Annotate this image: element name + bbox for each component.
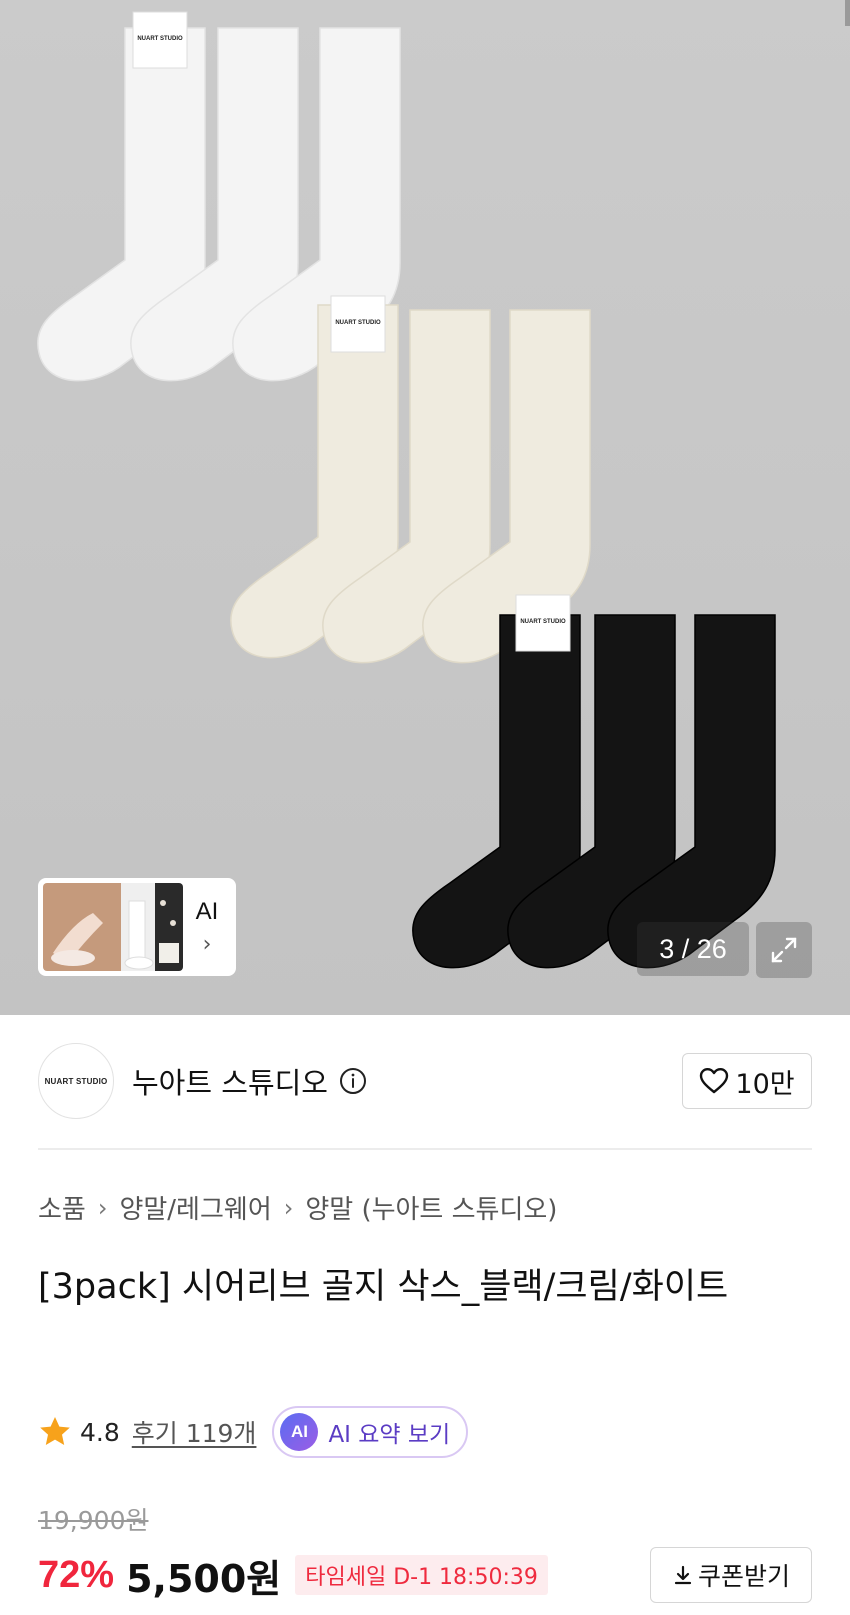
expand-icon [771, 937, 797, 963]
like-button[interactable]: 10만 [682, 1053, 812, 1109]
chevron-right-icon: › [283, 1193, 294, 1222]
brand-tag: NUART STUDIO [330, 295, 386, 353]
like-count: 10만 [735, 1068, 795, 1100]
coupon-label: 쿠폰받기 [697, 1562, 790, 1591]
breadcrumb-item[interactable]: 양말/레그웨어 [119, 1189, 271, 1226]
brand-row: NUART STUDIO 누아트 스튜디오 10만 [38, 1043, 812, 1119]
ai-lookbook-label: AI [195, 897, 219, 925]
discount-rate: 72% [38, 1553, 115, 1596]
rating-row: 4.8 후기 119개 AI AI 요약 보기 [38, 1406, 469, 1458]
product-image: NUART STUDIO NUART STUDIO NUART STUDIO [0, 0, 850, 1015]
ai-badge-icon: AI [280, 1413, 319, 1451]
brand-tag: NUART STUDIO [515, 594, 571, 652]
info-icon[interactable] [338, 1066, 368, 1096]
brand-name[interactable]: 누아트 스튜디오 [132, 1060, 328, 1102]
sale-price: 5,500원 [126, 1556, 282, 1601]
expand-image-button[interactable] [756, 922, 812, 978]
price-row: 72% 5,500원 타임세일 D-1 18:50:39 쿠폰받기 [38, 1544, 812, 1606]
svg-text:NUART STUDIO: NUART STUDIO [137, 36, 183, 42]
svg-text:NUART STUDIO: NUART STUDIO [520, 619, 566, 625]
heart-icon [700, 1068, 729, 1094]
chevron-right-icon: › [97, 1193, 108, 1222]
product-image-gallery[interactable]: NUART STUDIO NUART STUDIO NUART STUDIO A… [0, 0, 850, 1015]
timesale-badge: 타임세일 D-1 18:50:39 [295, 1555, 548, 1595]
download-icon [674, 1565, 692, 1585]
review-link[interactable]: 후기 119개 [132, 1414, 257, 1450]
breadcrumb-item[interactable]: 소품 [38, 1189, 86, 1226]
brand-logo[interactable]: NUART STUDIO [38, 1043, 114, 1119]
svg-text:NUART STUDIO: NUART STUDIO [335, 320, 381, 326]
scroll-indicator [845, 0, 850, 26]
chevron-right-icon: › [202, 931, 212, 957]
ai-lookbook-button[interactable]: AI › [38, 878, 236, 976]
image-page-counter: 3 / 26 [637, 922, 749, 976]
divider [38, 1148, 812, 1150]
ai-summary-label: AI 요약 보기 [328, 1422, 451, 1448]
rating-value: 4.8 [80, 1417, 120, 1447]
coupon-button[interactable]: 쿠폰받기 [650, 1547, 812, 1603]
breadcrumb-item[interactable]: 양말 (누아트 스튜디오) [305, 1189, 557, 1226]
ai-summary-button[interactable]: AI AI 요약 보기 [272, 1406, 469, 1458]
ai-lookbook-thumbnail [43, 883, 183, 971]
brand-tag: NUART STUDIO [132, 11, 188, 69]
breadcrumb: 소품 › 양말/레그웨어 › 양말 (누아트 스튜디오) [38, 1189, 557, 1226]
original-price: 19,900원 [38, 1506, 149, 1535]
product-title: [3pack] 시어리브 골지 삭스_블랙/크림/화이트 [38, 1267, 729, 1307]
star-icon [40, 1417, 70, 1445]
